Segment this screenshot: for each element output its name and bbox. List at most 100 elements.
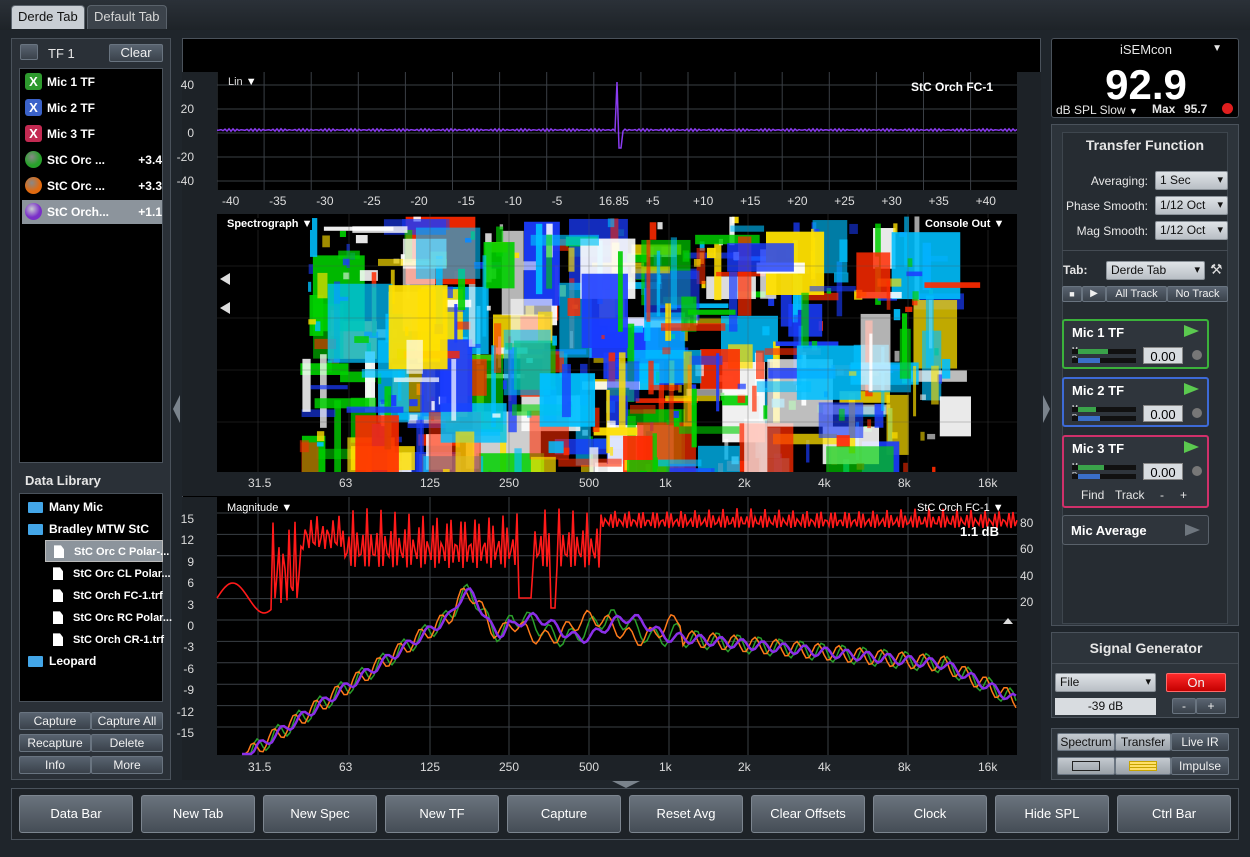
plus-button[interactable]: + — [1180, 488, 1187, 502]
find-button[interactable]: Find — [1081, 488, 1104, 502]
library-file-4[interactable]: StC Orc RC Polar... — [53, 610, 172, 625]
x-red-icon[interactable]: X — [25, 125, 42, 142]
no-track-button[interactable]: No Track — [1167, 286, 1228, 302]
mic-status-icon[interactable] — [1192, 466, 1202, 476]
capture-button[interactable]: Capture — [19, 712, 91, 730]
library-file-3[interactable]: StC Orch FC-1.trf — [53, 588, 163, 603]
collapse-bottom-icon[interactable] — [612, 781, 640, 788]
play-icon[interactable] — [1184, 325, 1199, 337]
stop-button[interactable]: ■ — [1062, 286, 1082, 302]
magnitude-title[interactable]: Magnitude ▼ — [227, 502, 292, 514]
play-icon[interactable] — [1184, 383, 1199, 395]
capture-all-button[interactable]: Capture All — [91, 712, 163, 730]
library-file-2[interactable]: StC Orc CL Polar... — [53, 566, 171, 581]
track-button[interactable]: Track — [1115, 488, 1145, 502]
new-tf-button[interactable]: New TF — [385, 795, 499, 833]
source-label: Console Out — [925, 218, 991, 230]
hide-spl-button[interactable]: Hide SPL — [995, 795, 1109, 833]
impulse-mode-label[interactable]: Lin ▼ — [228, 76, 257, 88]
mic-1-card[interactable]: Mic 1 TF M R 0.00 — [1062, 319, 1209, 369]
split-pane-button[interactable] — [1115, 757, 1171, 775]
data-bar-button[interactable]: Data Bar — [19, 795, 133, 833]
tab-default[interactable]: Default Tab — [87, 5, 167, 29]
play-icon[interactable] — [1184, 441, 1199, 453]
signal-level-display[interactable]: -39 dB — [1055, 698, 1156, 715]
spectrograph-source[interactable]: Console Out ▼ — [925, 218, 1005, 230]
mag-smooth-select[interactable]: 1/12 Oct — [1155, 221, 1228, 240]
x-blue-icon[interactable]: X — [25, 99, 42, 116]
info-button[interactable]: Info — [19, 756, 91, 774]
minus-button[interactable]: - — [1160, 488, 1164, 502]
green-dot-icon[interactable] — [25, 151, 42, 168]
delete-button[interactable]: Delete — [91, 734, 163, 752]
single-pane-button[interactable] — [1057, 757, 1115, 775]
spectro-cell — [322, 235, 330, 248]
tab-derde[interactable]: Derde Tab — [11, 5, 85, 29]
clear-button[interactable]: Clear — [109, 44, 163, 62]
library-folder-many-mic[interactable]: Many Mic — [28, 500, 103, 514]
mic-delay-input[interactable]: 0.00 — [1143, 405, 1183, 422]
signal-minus-button[interactable]: - — [1172, 698, 1196, 714]
collapse-right-icon[interactable] — [1043, 395, 1050, 423]
level-meter-r — [1072, 416, 1136, 421]
mic-delay-input[interactable]: 0.00 — [1143, 463, 1183, 480]
transfer-view-button[interactable]: Transfer — [1115, 733, 1171, 751]
new-tab-button[interactable]: New Tab — [141, 795, 255, 833]
new-spec-button[interactable]: New Spec — [263, 795, 377, 833]
spectro-cell — [669, 386, 674, 426]
measurement-row[interactable]: X Mic 1 TF — [22, 70, 162, 94]
all-track-button[interactable]: All Track — [1106, 286, 1167, 302]
mic-status-icon[interactable] — [1192, 350, 1202, 360]
magnitude-trace-label[interactable]: StC Orch FC-1 ▼ — [917, 502, 1004, 514]
library-folder-bradley[interactable]: Bradley MTW StC — [28, 522, 149, 536]
spectro-cell — [535, 223, 543, 295]
mic-2-card[interactable]: Mic 2 TF M R 0.00 — [1062, 377, 1209, 427]
library-file-1[interactable]: StC Orc C Polar-... — [45, 540, 169, 562]
reset-avg-button[interactable]: Reset Avg — [629, 795, 743, 833]
spectrum-view-button[interactable]: Spectrum — [1057, 733, 1115, 751]
mic-delay-input[interactable]: 0.00 — [1143, 347, 1183, 364]
recapture-button[interactable]: Recapture — [19, 734, 91, 752]
spl-clip-indicator-icon[interactable] — [1222, 103, 1233, 114]
x-green-icon[interactable]: X — [25, 73, 42, 90]
magnitude-x-tick: 63 — [339, 760, 353, 774]
tools-icon[interactable]: ⚒ — [1210, 261, 1223, 278]
collapse-left-icon[interactable] — [173, 395, 180, 423]
clear-offsets-button[interactable]: Clear Offsets — [751, 795, 865, 833]
tab-select[interactable]: Derde Tab — [1106, 261, 1205, 280]
play-button[interactable]: ▶ — [1082, 286, 1106, 302]
tf-toggle-button[interactable] — [20, 44, 38, 60]
capture-button[interactable]: Capture — [507, 795, 621, 833]
ctrl-bar-button[interactable]: Ctrl Bar — [1117, 795, 1231, 833]
library-file-5[interactable]: StC Orch CR-1.trf — [53, 632, 164, 647]
mic-status-icon[interactable] — [1192, 408, 1202, 418]
orange-dot-icon[interactable] — [25, 177, 42, 194]
folder-icon — [28, 656, 43, 668]
spectro-cell — [763, 405, 768, 421]
spectrograph-title[interactable]: Spectrograph ▼ — [227, 218, 313, 230]
measurement-row[interactable]: StC Orch... +1.1 — [22, 200, 162, 224]
measurement-row[interactable]: X Mic 2 TF — [22, 96, 162, 120]
measurement-row[interactable]: X Mic 3 TF — [22, 122, 162, 146]
library-label: Leopard — [49, 654, 97, 668]
library-folder-leopard[interactable]: Leopard — [28, 654, 96, 668]
purple-dot-icon[interactable] — [25, 203, 42, 220]
live-ir-view-button[interactable]: Live IR — [1171, 733, 1229, 751]
measurement-row[interactable]: StC Orc ... +3.4 — [22, 148, 162, 172]
phase-smooth-select[interactable]: 1/12 Oct — [1155, 196, 1228, 215]
spl-mode[interactable]: dB SPL Slow ▼ — [1056, 103, 1138, 117]
spectro-cell — [568, 247, 575, 272]
signal-on-button[interactable]: On — [1166, 673, 1226, 692]
measurement-row[interactable]: StC Orc ... +3.3 — [22, 174, 162, 198]
play-icon[interactable] — [1185, 524, 1200, 536]
signal-source-select[interactable]: File — [1055, 673, 1156, 692]
mic-average-card[interactable]: Mic Average — [1062, 515, 1209, 545]
signal-plus-button[interactable]: + — [1196, 698, 1226, 714]
averaging-select[interactable]: 1 Sec — [1155, 171, 1228, 190]
impulse-view-button[interactable]: Impulse — [1171, 757, 1229, 775]
spectro-cell — [848, 371, 857, 376]
mic-3-card[interactable]: Mic 3 TF M R 0.00 Find Track - + — [1062, 435, 1209, 508]
clock-button[interactable]: Clock — [873, 795, 987, 833]
more-button[interactable]: More — [91, 756, 163, 774]
spl-source-dropdown-icon[interactable]: ▼ — [1212, 43, 1222, 54]
